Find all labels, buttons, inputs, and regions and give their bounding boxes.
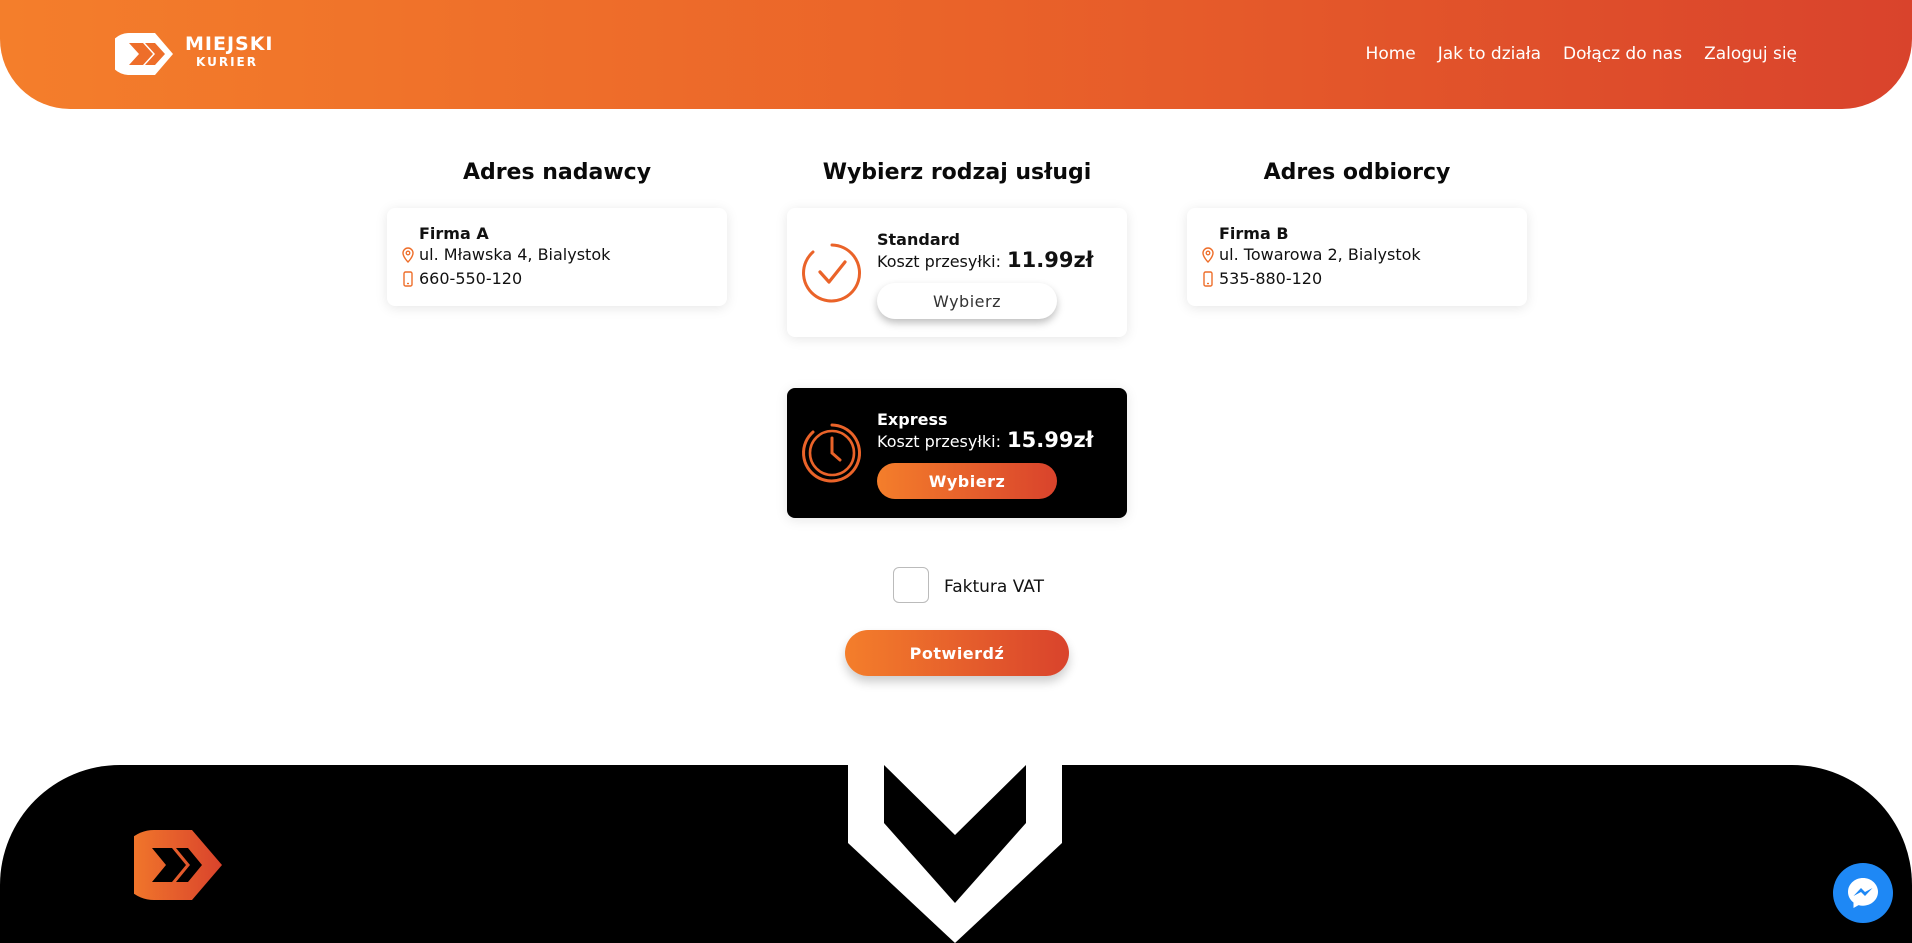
- service-card-express: Express Koszt przesyłki: 15.99zł Wybierz: [787, 388, 1127, 518]
- confirm-button[interactable]: Potwierdź: [845, 630, 1069, 676]
- recipient-phone-row: 535-880-120: [1201, 269, 1322, 288]
- service-name-standard: Standard: [877, 230, 960, 249]
- recipient-name: Firma B: [1219, 224, 1289, 243]
- footer-logo-icon: [134, 830, 222, 900]
- location-pin-icon: [402, 246, 414, 263]
- brand-wordmark: MIEJSKI KURIER: [185, 33, 274, 69]
- service-card-standard: Standard Koszt przesyłki: 11.99zł Wybier…: [787, 208, 1127, 337]
- location-pin-icon: [1202, 246, 1214, 263]
- select-express-button[interactable]: Wybierz: [877, 463, 1057, 499]
- service-cost-express: Koszt przesyłki: 15.99zł: [877, 428, 1093, 452]
- sender-title: Adres nadawcy: [462, 160, 652, 185]
- site-header: MIEJSKI KURIER Home Jak to działa Dołącz…: [0, 0, 1912, 109]
- service-name-express: Express: [877, 410, 948, 429]
- recipient-address: ul. Towarowa 2, Bialystok: [1219, 245, 1421, 264]
- main-nav: Home Jak to działa Dołącz do nas Zaloguj…: [1366, 44, 1797, 64]
- messenger-icon: [1848, 878, 1878, 908]
- service-title: Wybierz rodzaj usługi: [822, 160, 1092, 185]
- nav-join-us[interactable]: Dołącz do nas: [1563, 44, 1682, 64]
- phone-icon: [403, 270, 413, 287]
- nav-how-it-works[interactable]: Jak to działa: [1438, 44, 1541, 64]
- sender-name: Firma A: [419, 224, 489, 243]
- cost-label: Koszt przesyłki:: [877, 432, 1002, 451]
- service-cost-standard: Koszt przesyłki: 11.99zł: [877, 248, 1093, 272]
- sender-phone: 660-550-120: [419, 269, 523, 288]
- nav-home[interactable]: Home: [1366, 44, 1416, 64]
- brand-line2: KURIER: [196, 55, 258, 69]
- sender-address-row: ul. Mławska 4, Bialystok: [401, 245, 610, 264]
- select-standard-button[interactable]: Wybierz: [877, 283, 1057, 319]
- nav-login[interactable]: Zaloguj się: [1704, 44, 1797, 64]
- clock-icon: [802, 423, 862, 483]
- service-price-express: 15.99zł: [1007, 428, 1094, 452]
- recipient-card: Firma B ul. Towarowa 2, Bialystok 535-88…: [1187, 208, 1527, 306]
- invoice-checkbox[interactable]: [893, 567, 929, 603]
- recipient-phone: 535-880-120: [1219, 269, 1323, 288]
- check-circle-icon: [802, 243, 862, 303]
- sender-phone-row: 660-550-120: [401, 269, 522, 288]
- brand-logo[interactable]: MIEJSKI KURIER: [115, 27, 273, 81]
- recipient-address-row: ul. Towarowa 2, Bialystok: [1201, 245, 1421, 264]
- invoice-label: Faktura VAT: [944, 577, 1044, 597]
- cost-label: Koszt przesyłki:: [877, 252, 1002, 271]
- logo-arrow-icon: [115, 33, 173, 75]
- chevron-down-icon: [848, 765, 1062, 943]
- sender-card: Firma A ul. Mławska 4, Bialystok 660-550…: [387, 208, 727, 306]
- service-price-standard: 11.99zł: [1007, 248, 1094, 272]
- phone-icon: [1203, 270, 1213, 287]
- sender-address: ul. Mławska 4, Bialystok: [419, 245, 611, 264]
- recipient-title: Adres odbiorcy: [1263, 160, 1451, 185]
- messenger-chat-button[interactable]: [1833, 863, 1893, 923]
- brand-line1: MIEJSKI: [185, 33, 274, 55]
